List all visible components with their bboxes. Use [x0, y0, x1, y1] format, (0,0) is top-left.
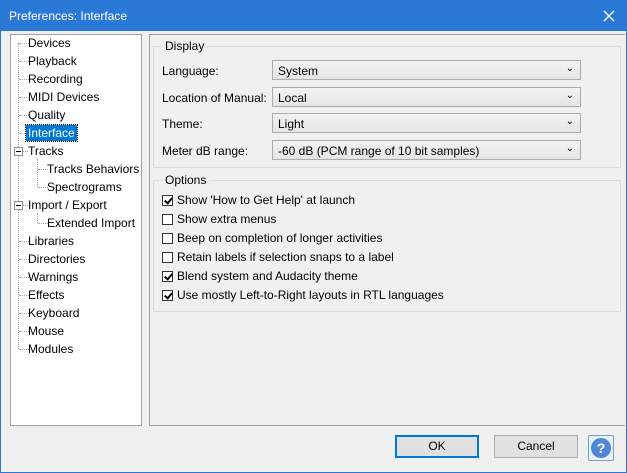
language-select[interactable]: System ⌄ — [272, 60, 581, 80]
help-icon: ? — [591, 438, 611, 458]
tree-item-directories[interactable]: Directories — [28, 251, 85, 267]
tree-item-midi-devices[interactable]: MIDI Devices — [28, 89, 99, 105]
manual-location-label: Location of Manual: — [162, 91, 267, 105]
extra-menus-checkbox[interactable]: Show extra menus — [162, 211, 276, 227]
tree-expand-icon[interactable] — [14, 147, 23, 156]
checkbox-label: Show extra menus — [177, 212, 277, 226]
tree-item-keyboard[interactable]: Keyboard — [28, 305, 79, 321]
beep-checkbox[interactable]: Beep on completion of longer activities — [162, 230, 382, 246]
checkbox-label: Blend system and Audacity theme — [177, 269, 358, 283]
tree-item-playback[interactable]: Playback — [28, 53, 77, 69]
tree-item-libraries[interactable]: Libraries — [28, 233, 74, 249]
tree-item-tracks[interactable]: Tracks — [28, 143, 64, 159]
tree-item-tracks-behaviors[interactable]: Tracks Behaviors — [47, 161, 139, 177]
tree-item-effects[interactable]: Effects — [28, 287, 64, 303]
tree-item-import-export[interactable]: Import / Export — [28, 197, 107, 213]
meter-range-label: Meter dB range: — [162, 144, 249, 158]
tree-item-warnings[interactable]: Warnings — [28, 269, 78, 285]
help-button[interactable]: ? — [588, 435, 614, 461]
cancel-button[interactable]: Cancel — [494, 435, 578, 458]
close-icon — [603, 10, 615, 22]
checkbox-box — [162, 251, 173, 263]
tree-item-modules[interactable]: Modules — [28, 341, 73, 357]
checkbox-label: Beep on completion of longer activities — [177, 231, 383, 245]
checkbox-box — [162, 289, 173, 301]
ltr-layouts-checkbox[interactable]: Use mostly Left-to-Right layouts in RTL … — [162, 287, 444, 303]
checkbox-box — [162, 232, 173, 244]
chevron-down-icon: ⌄ — [565, 143, 574, 154]
settings-panel: Display Language: System ⌄ Location of M… — [149, 34, 625, 426]
preferences-dialog: Preferences: Interface Devices Playback … — [0, 0, 627, 473]
meter-range-select[interactable]: -60 dB (PCM range of 10 bit samples) ⌄ — [272, 140, 581, 160]
chevron-down-icon: ⌄ — [565, 90, 574, 101]
tree-item-extended-import[interactable]: Extended Import — [47, 215, 135, 231]
language-label: Language: — [162, 64, 219, 78]
manual-location-select[interactable]: Local ⌄ — [272, 87, 581, 107]
manual-location-value: Local — [278, 91, 307, 105]
checkbox-box — [162, 194, 173, 206]
window-title: Preferences: Interface — [9, 9, 128, 23]
language-value: System — [278, 64, 319, 78]
chevron-down-icon: ⌄ — [565, 63, 574, 74]
category-tree[interactable]: Devices Playback Recording MIDI Devices … — [10, 34, 142, 426]
tree-item-devices[interactable]: Devices — [28, 35, 71, 51]
chevron-down-icon: ⌄ — [565, 116, 574, 127]
tree-item-mouse[interactable]: Mouse — [28, 323, 64, 339]
close-button[interactable] — [592, 1, 626, 31]
display-group: Display Language: System ⌄ Location of M… — [153, 39, 621, 168]
show-help-checkbox[interactable]: Show 'How to Get Help' at launch — [162, 192, 355, 208]
checkbox-label: Show 'How to Get Help' at launch — [177, 193, 356, 207]
tree-item-quality[interactable]: Quality — [28, 107, 65, 123]
tree-item-recording[interactable]: Recording — [28, 71, 83, 87]
display-group-title: Display — [162, 39, 208, 53]
retain-labels-checkbox[interactable]: Retain labels if selection snaps to a la… — [162, 249, 394, 265]
options-group: Options Show 'How to Get Help' at launch… — [153, 173, 621, 312]
title-bar: Preferences: Interface — [1, 1, 626, 31]
ok-button[interactable]: OK — [395, 435, 479, 458]
checkbox-label: Use mostly Left-to-Right layouts in RTL … — [177, 288, 444, 302]
checkbox-label: Retain labels if selection snaps to a la… — [177, 250, 394, 264]
options-group-title: Options — [162, 173, 210, 187]
checkbox-box — [162, 213, 173, 225]
tree-item-spectrograms[interactable]: Spectrograms — [47, 179, 122, 195]
tree-item-interface[interactable]: Interface — [25, 124, 78, 142]
theme-select[interactable]: Light ⌄ — [272, 113, 581, 133]
tree-expand-icon[interactable] — [14, 201, 23, 210]
checkbox-box — [162, 270, 173, 282]
theme-label: Theme: — [162, 117, 203, 131]
blend-theme-checkbox[interactable]: Blend system and Audacity theme — [162, 268, 358, 284]
meter-range-value: -60 dB (PCM range of 10 bit samples) — [278, 144, 480, 158]
theme-value: Light — [278, 117, 305, 131]
